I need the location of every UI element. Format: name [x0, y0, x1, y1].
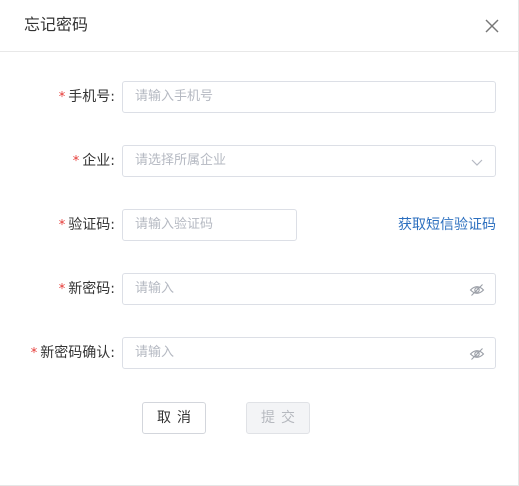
phone-input[interactable]: 请输入手机号: [122, 81, 496, 113]
confirm-password-input[interactable]: 请输入: [122, 337, 496, 369]
phone-placeholder: 请输入手机号: [135, 89, 214, 104]
company-select[interactable]: 请选择所属企业: [122, 145, 496, 177]
required-mark: *: [58, 282, 66, 297]
new-password-label: * 新密码:: [58, 281, 115, 297]
company-label: * 企业:: [72, 153, 115, 169]
code-label: * 验证码:: [58, 217, 115, 233]
code-input[interactable]: 请输入验证码: [122, 209, 297, 241]
close-icon[interactable]: [481, 15, 503, 37]
cancel-button[interactable]: 取消: [142, 402, 206, 434]
code-placeholder: 请输入验证码: [135, 217, 214, 232]
submit-button[interactable]: 提交: [246, 402, 310, 434]
forgot-password-dialog: 忘记密码 * 手机号: 请输入手机号 * 企业: 请选择所属企业 * 验证码: …: [0, 0, 519, 486]
eye-slash-icon[interactable]: [469, 282, 485, 296]
new-password-input[interactable]: 请输入: [122, 273, 496, 305]
dialog-header: 忘记密码: [0, 0, 519, 52]
code-row: * 验证码: 请输入验证码 获取短信验证码: [0, 209, 519, 241]
confirm-password-label: * 新密码确认:: [30, 345, 115, 361]
phone-row: * 手机号: 请输入手机号: [0, 81, 519, 113]
get-sms-code-link[interactable]: 获取短信验证码: [398, 209, 496, 241]
company-placeholder: 请选择所属企业: [135, 153, 227, 168]
required-mark: *: [30, 346, 38, 361]
required-mark: *: [58, 90, 66, 105]
confirm-password-placeholder: 请输入: [135, 345, 175, 360]
eye-slash-icon[interactable]: [469, 346, 485, 360]
confirm-password-row: * 新密码确认: 请输入: [0, 337, 519, 369]
required-mark: *: [72, 154, 80, 169]
new-password-placeholder: 请输入: [135, 281, 175, 296]
required-mark: *: [58, 218, 66, 233]
new-password-row: * 新密码: 请输入: [0, 273, 519, 305]
company-row: * 企业: 请选择所属企业: [0, 145, 519, 177]
chevron-down-icon: [469, 155, 485, 169]
phone-label: * 手机号:: [58, 89, 115, 105]
dialog-title: 忘记密码: [24, 15, 89, 34]
